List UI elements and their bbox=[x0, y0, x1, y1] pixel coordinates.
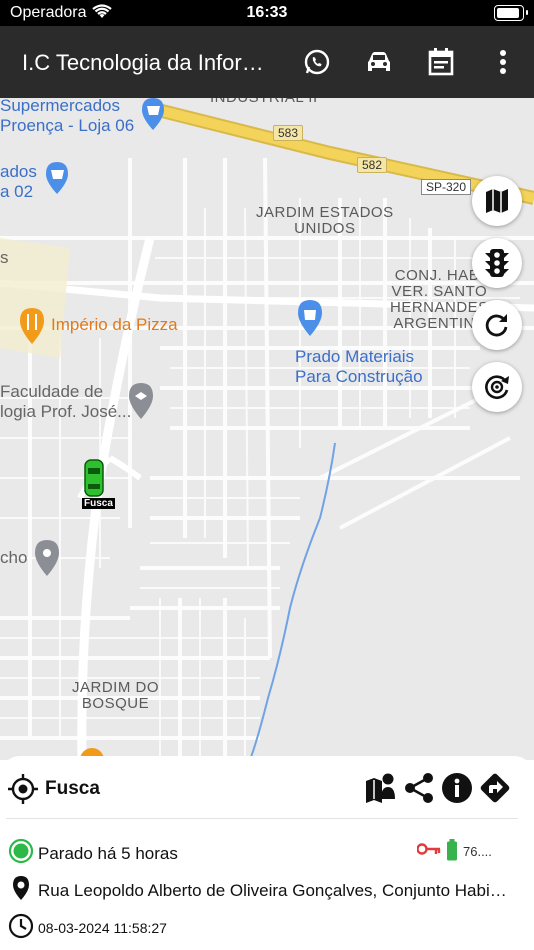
street-view-icon[interactable] bbox=[363, 770, 399, 806]
status-dot-icon bbox=[8, 838, 34, 869]
place-jardim-bosque: JARDIM DO BOSQUE bbox=[72, 679, 159, 712]
traffic-button[interactable] bbox=[472, 238, 522, 288]
shopping-pin-icon bbox=[142, 98, 164, 130]
battery-level-icon bbox=[446, 839, 458, 866]
place-jardim-estados: JARDIM ESTADOS UNIDOS bbox=[256, 204, 394, 237]
road-583: 583 bbox=[273, 125, 304, 141]
more-vert-icon[interactable] bbox=[487, 46, 519, 78]
place-prado: Prado Materiais Para Construção bbox=[295, 347, 423, 386]
traffic-light-icon bbox=[485, 249, 509, 277]
app-title: I.C Tecnologia da Informação bbox=[22, 50, 272, 75]
map-type-button[interactable] bbox=[472, 176, 522, 226]
map-view[interactable]: SupermercadosProença - Loja 06 INDUSTRIA… bbox=[0, 98, 534, 760]
location-pin-icon bbox=[8, 875, 34, 906]
road-582: 582 bbox=[357, 157, 388, 173]
timestamp-text: 08-03-2024 11:58:27 bbox=[38, 919, 167, 936]
status-text: Parado há 5 horas bbox=[38, 843, 178, 863]
road-sp320: SP-320 bbox=[421, 179, 472, 195]
address-row: Rua Leopoldo Alberto de Oliveira Gonçalv… bbox=[8, 875, 508, 906]
place-cho: cho bbox=[0, 548, 28, 567]
place-s: s bbox=[0, 248, 9, 267]
vehicle-marker-icon bbox=[84, 459, 104, 497]
share-icon[interactable] bbox=[401, 770, 437, 806]
whatsapp-icon[interactable] bbox=[301, 46, 333, 78]
rotate-button[interactable] bbox=[472, 362, 522, 412]
vehicle-detail-sheet: Fusca Parado há 5 horas 76.... Rua Leopo… bbox=[0, 756, 534, 950]
car-icon[interactable] bbox=[363, 46, 395, 78]
battery-icon bbox=[494, 5, 528, 21]
status-bar: Operadora 16:33 bbox=[0, 0, 534, 26]
timestamp-row: 08-03-2024 11:58:27 bbox=[8, 913, 167, 942]
map-icon bbox=[486, 189, 508, 213]
vehicle-name: Fusca bbox=[45, 778, 100, 799]
sheet-divider bbox=[6, 818, 518, 819]
address-text: Rua Leopoldo Alberto de Oliveira Gonçalv… bbox=[38, 880, 508, 900]
map-base bbox=[0, 98, 534, 760]
refresh-icon bbox=[485, 314, 508, 337]
status-row: Parado há 5 horas bbox=[8, 838, 178, 869]
refresh-button[interactable] bbox=[472, 300, 522, 350]
place-faculdade: Faculdade de logia Prof. José... bbox=[0, 382, 132, 421]
place-pizza: Império da Pizza bbox=[51, 315, 178, 334]
calendar-icon[interactable] bbox=[425, 46, 457, 78]
voltage-value: 76.... bbox=[463, 844, 492, 859]
vehicle-map-label: Fusca bbox=[82, 498, 115, 509]
rotate-icon bbox=[485, 375, 509, 399]
ignition-key-icon bbox=[416, 842, 441, 861]
locate-icon[interactable] bbox=[8, 774, 38, 809]
place-supermarket: Supermercados Proença - Loja 06 bbox=[0, 98, 135, 135]
clock-icon bbox=[8, 913, 34, 942]
clock: 16:33 bbox=[246, 4, 288, 21]
directions-icon[interactable] bbox=[477, 770, 513, 806]
info-icon[interactable] bbox=[439, 770, 475, 806]
app-bar: I.C Tecnologia da Informação bbox=[0, 26, 534, 98]
place-left-store: ados a 02 bbox=[0, 162, 37, 201]
place-industrial: INDUSTRIAL II bbox=[210, 98, 318, 106]
